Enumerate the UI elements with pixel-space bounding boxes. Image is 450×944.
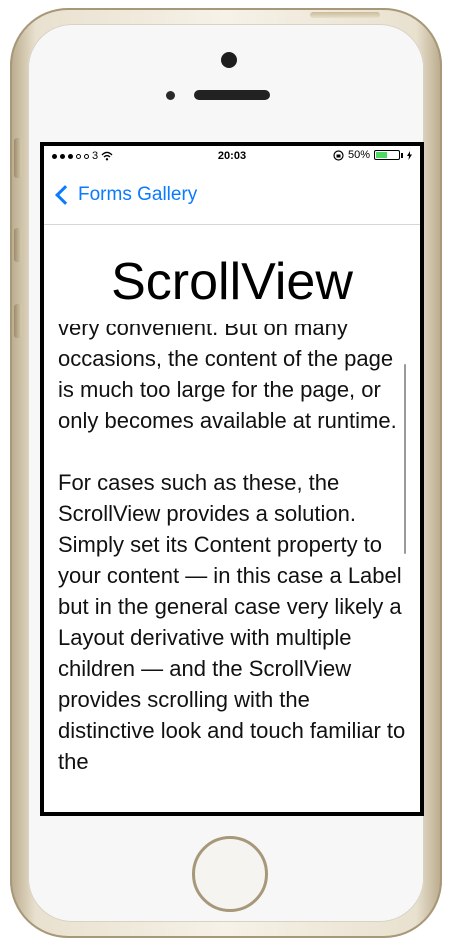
charging-icon — [407, 150, 412, 160]
chevron-left-icon — [55, 185, 75, 205]
battery-tip — [401, 152, 403, 158]
front-camera — [221, 52, 237, 68]
status-right: 50% — [333, 149, 412, 161]
earpiece-speaker — [194, 90, 270, 100]
back-label: Forms Gallery — [78, 184, 198, 205]
scroll-view[interactable]: very convenient. But on many occasions, … — [44, 324, 420, 806]
volume-down-button — [14, 304, 22, 338]
power-button — [310, 12, 380, 18]
orientation-lock-icon — [333, 149, 344, 161]
scroll-indicator[interactable] — [404, 364, 406, 554]
scroll-content: very convenient. But on many occasions, … — [58, 324, 410, 806]
volume-up-button — [14, 228, 22, 262]
battery-icon — [374, 150, 400, 160]
app-viewport: 3 20:03 50% Forms Gallery ScrollView ver… — [44, 146, 420, 812]
mute-switch — [14, 138, 22, 178]
battery-level — [376, 152, 387, 158]
page-title: ScrollView — [111, 253, 353, 311]
paragraph: very convenient. But on many occasions, … — [58, 324, 397, 433]
battery-percent: 50% — [347, 149, 370, 161]
status-bar: 3 20:03 50% — [44, 146, 420, 166]
back-button[interactable]: Forms Gallery — [54, 184, 197, 206]
proximity-sensor — [166, 91, 175, 100]
navigation-bar: Forms Gallery — [44, 166, 420, 225]
phone-screen: 3 20:03 50% Forms Gallery ScrollView ver… — [40, 142, 424, 816]
home-button[interactable] — [192, 836, 268, 912]
paragraph: For cases such as these, the ScrollView … — [58, 470, 406, 774]
